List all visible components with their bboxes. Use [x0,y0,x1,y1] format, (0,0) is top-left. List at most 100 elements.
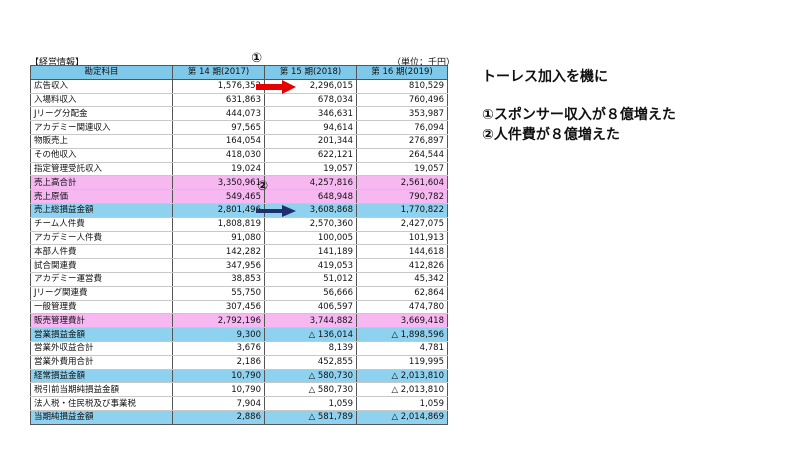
row-label: 本部人件費 [30,244,173,260]
row-label: 当期純損益金額 [30,410,173,425]
value-cell: △ 581,789 [264,410,357,425]
table-row: 売上高合計 3,350,961 4,257,816 2,561,604 [30,175,448,191]
value-cell: 76,094 [356,120,448,135]
table-row: Jリーグ関連費 55,750 56,666 62,864 [30,286,448,301]
value-cell: 444,073 [172,106,265,122]
table-row: 営業損益金額 9,300 △ 136,014 △ 1,898,596 [30,327,448,342]
value-cell: 10,790 [172,369,265,384]
value-cell: 678,034 [264,93,357,108]
table-row: 広告収入 1,576,352 2,296,015 810,529 [30,79,448,94]
value-cell: 164,054 [172,134,265,149]
value-cell: 144,618 [356,244,448,260]
value-cell: 1,059 [356,396,448,411]
marker-two: ② [257,179,269,194]
table-row: Jリーグ分配金 444,073 346,631 353,987 [30,106,448,122]
value-cell: 119,995 [356,355,448,370]
table-row: その他収入 418,030 622,121 264,544 [30,148,448,163]
row-label: 広告収入 [30,79,173,94]
table-row: 指定管理受託収入 19,024 19,057 19,057 [30,162,448,177]
value-cell: 1,576,352 [172,79,265,94]
value-cell: 307,456 [172,300,265,315]
value-cell: 412,826 [356,258,448,273]
table-row: 一般管理費 307,456 406,597 474,780 [30,300,448,315]
point-personnel-cost: ②人件費が８億増えた [482,127,620,143]
value-cell: 38,853 [172,272,265,287]
value-cell: 3,350,961 [172,175,265,191]
column-header: 第 14 期(2017) [172,65,265,80]
column-header: 勘定科目 [30,65,173,80]
value-cell: 2,427,075 [356,217,448,232]
value-cell: 100,005 [264,231,357,246]
value-cell: 19,024 [172,162,265,177]
value-cell: 419,053 [264,258,357,273]
value-cell: 790,782 [356,189,448,204]
value-cell: 62,864 [356,286,448,301]
row-label: 営業外収益合計 [30,341,173,356]
row-label: 物販売上 [30,134,173,149]
row-label: 指定管理受託収入 [30,162,173,177]
table-row: 物販売上 164,054 201,344 276,897 [30,134,448,149]
value-cell: 1,059 [264,396,357,411]
value-cell: 760,496 [356,93,448,108]
row-label: その他収入 [30,148,173,163]
value-cell: 19,057 [264,162,357,177]
row-label: Jリーグ関連費 [30,286,173,301]
table-row: 試合関連費 347,956 419,053 412,826 [30,258,448,273]
point-sponsor-income: ①スポンサー収入が８億増えた [482,107,676,123]
value-cell: △ 1,898,596 [356,327,448,342]
value-cell: 810,529 [356,79,448,94]
value-cell: △ 580,730 [264,382,357,398]
table-row: チーム人件費 1,808,819 2,570,360 2,427,075 [30,217,448,232]
value-cell: 45,342 [356,272,448,287]
value-cell: △ 2,013,810 [356,369,448,384]
value-cell: 347,956 [172,258,265,273]
column-header: 第 15 期(2018) [264,65,357,80]
value-cell: 56,666 [264,286,357,301]
table-row: アカデミー人件費 91,080 100,005 101,913 [30,231,448,246]
value-cell: △ 2,014,869 [356,410,448,425]
row-label: 入場料収入 [30,93,173,108]
row-label: アカデミー人件費 [30,231,173,246]
table-header-row: 勘定科目第 14 期(2017) 第 15 期(2018) 第 16 期(2019) [30,65,448,80]
row-label: 営業損益金額 [30,327,173,342]
value-cell: △ 580,730 [264,369,357,384]
value-cell: 141,189 [264,244,357,260]
value-cell: 2,570,360 [264,217,357,232]
marker-one: ① [251,51,263,66]
row-label: 法人税・住民税及び事業税 [30,396,173,411]
value-cell: 51,012 [264,272,357,287]
value-cell: 2,886 [172,410,265,425]
value-cell: 2,561,604 [356,175,448,191]
table-row: 法人税・住民税及び事業税 7,904 1,059 1,059 [30,396,448,411]
column-header: 第 16 期(2019) [356,65,448,80]
value-cell: 1,808,819 [172,217,265,232]
value-cell: 549,465 [172,189,265,204]
financial-table: 勘定科目第 14 期(2017) 第 15 期(2018) 第 16 期(2019)… [30,65,448,425]
value-cell: 201,344 [264,134,357,149]
value-cell: 10,790 [172,382,265,398]
row-label: アカデミー運営費 [30,272,173,287]
value-cell: △ 136,014 [264,327,357,342]
row-label: 売上総損益金額 [30,203,173,218]
value-cell: 9,300 [172,327,265,342]
value-cell: 631,863 [172,93,265,108]
table-row: 当期純損益金額 2,886 △ 581,789 △ 2,014,869 [30,410,448,425]
table-row: 営業外費用合計 2,186 452,855 119,995 [30,355,448,370]
value-cell: 1,770,822 [356,203,448,218]
row-label: 売上原価 [30,189,173,204]
row-label: 一般管理費 [30,300,173,315]
value-cell: 8,139 [264,341,357,356]
value-cell: 55,750 [172,286,265,301]
table-row: アカデミー運営費 38,853 51,012 45,342 [30,272,448,287]
value-cell: 4,257,816 [264,175,357,191]
navy-arrow-icon [256,205,296,217]
value-cell: 276,897 [356,134,448,149]
table-row: 売上総損益金額 2,801,496 3,608,868 1,770,822 [30,203,448,218]
table-row: 経常損益金額 10,790 △ 580,730 △ 2,013,810 [30,369,448,384]
value-cell: 3,744,882 [264,313,357,329]
value-cell: 3,676 [172,341,265,356]
value-cell: 474,780 [356,300,448,315]
table-row: 販売管理費計 2,792,196 3,744,882 3,669,418 [30,313,448,329]
value-cell: 3,669,418 [356,313,448,329]
value-cell: 353,987 [356,106,448,122]
